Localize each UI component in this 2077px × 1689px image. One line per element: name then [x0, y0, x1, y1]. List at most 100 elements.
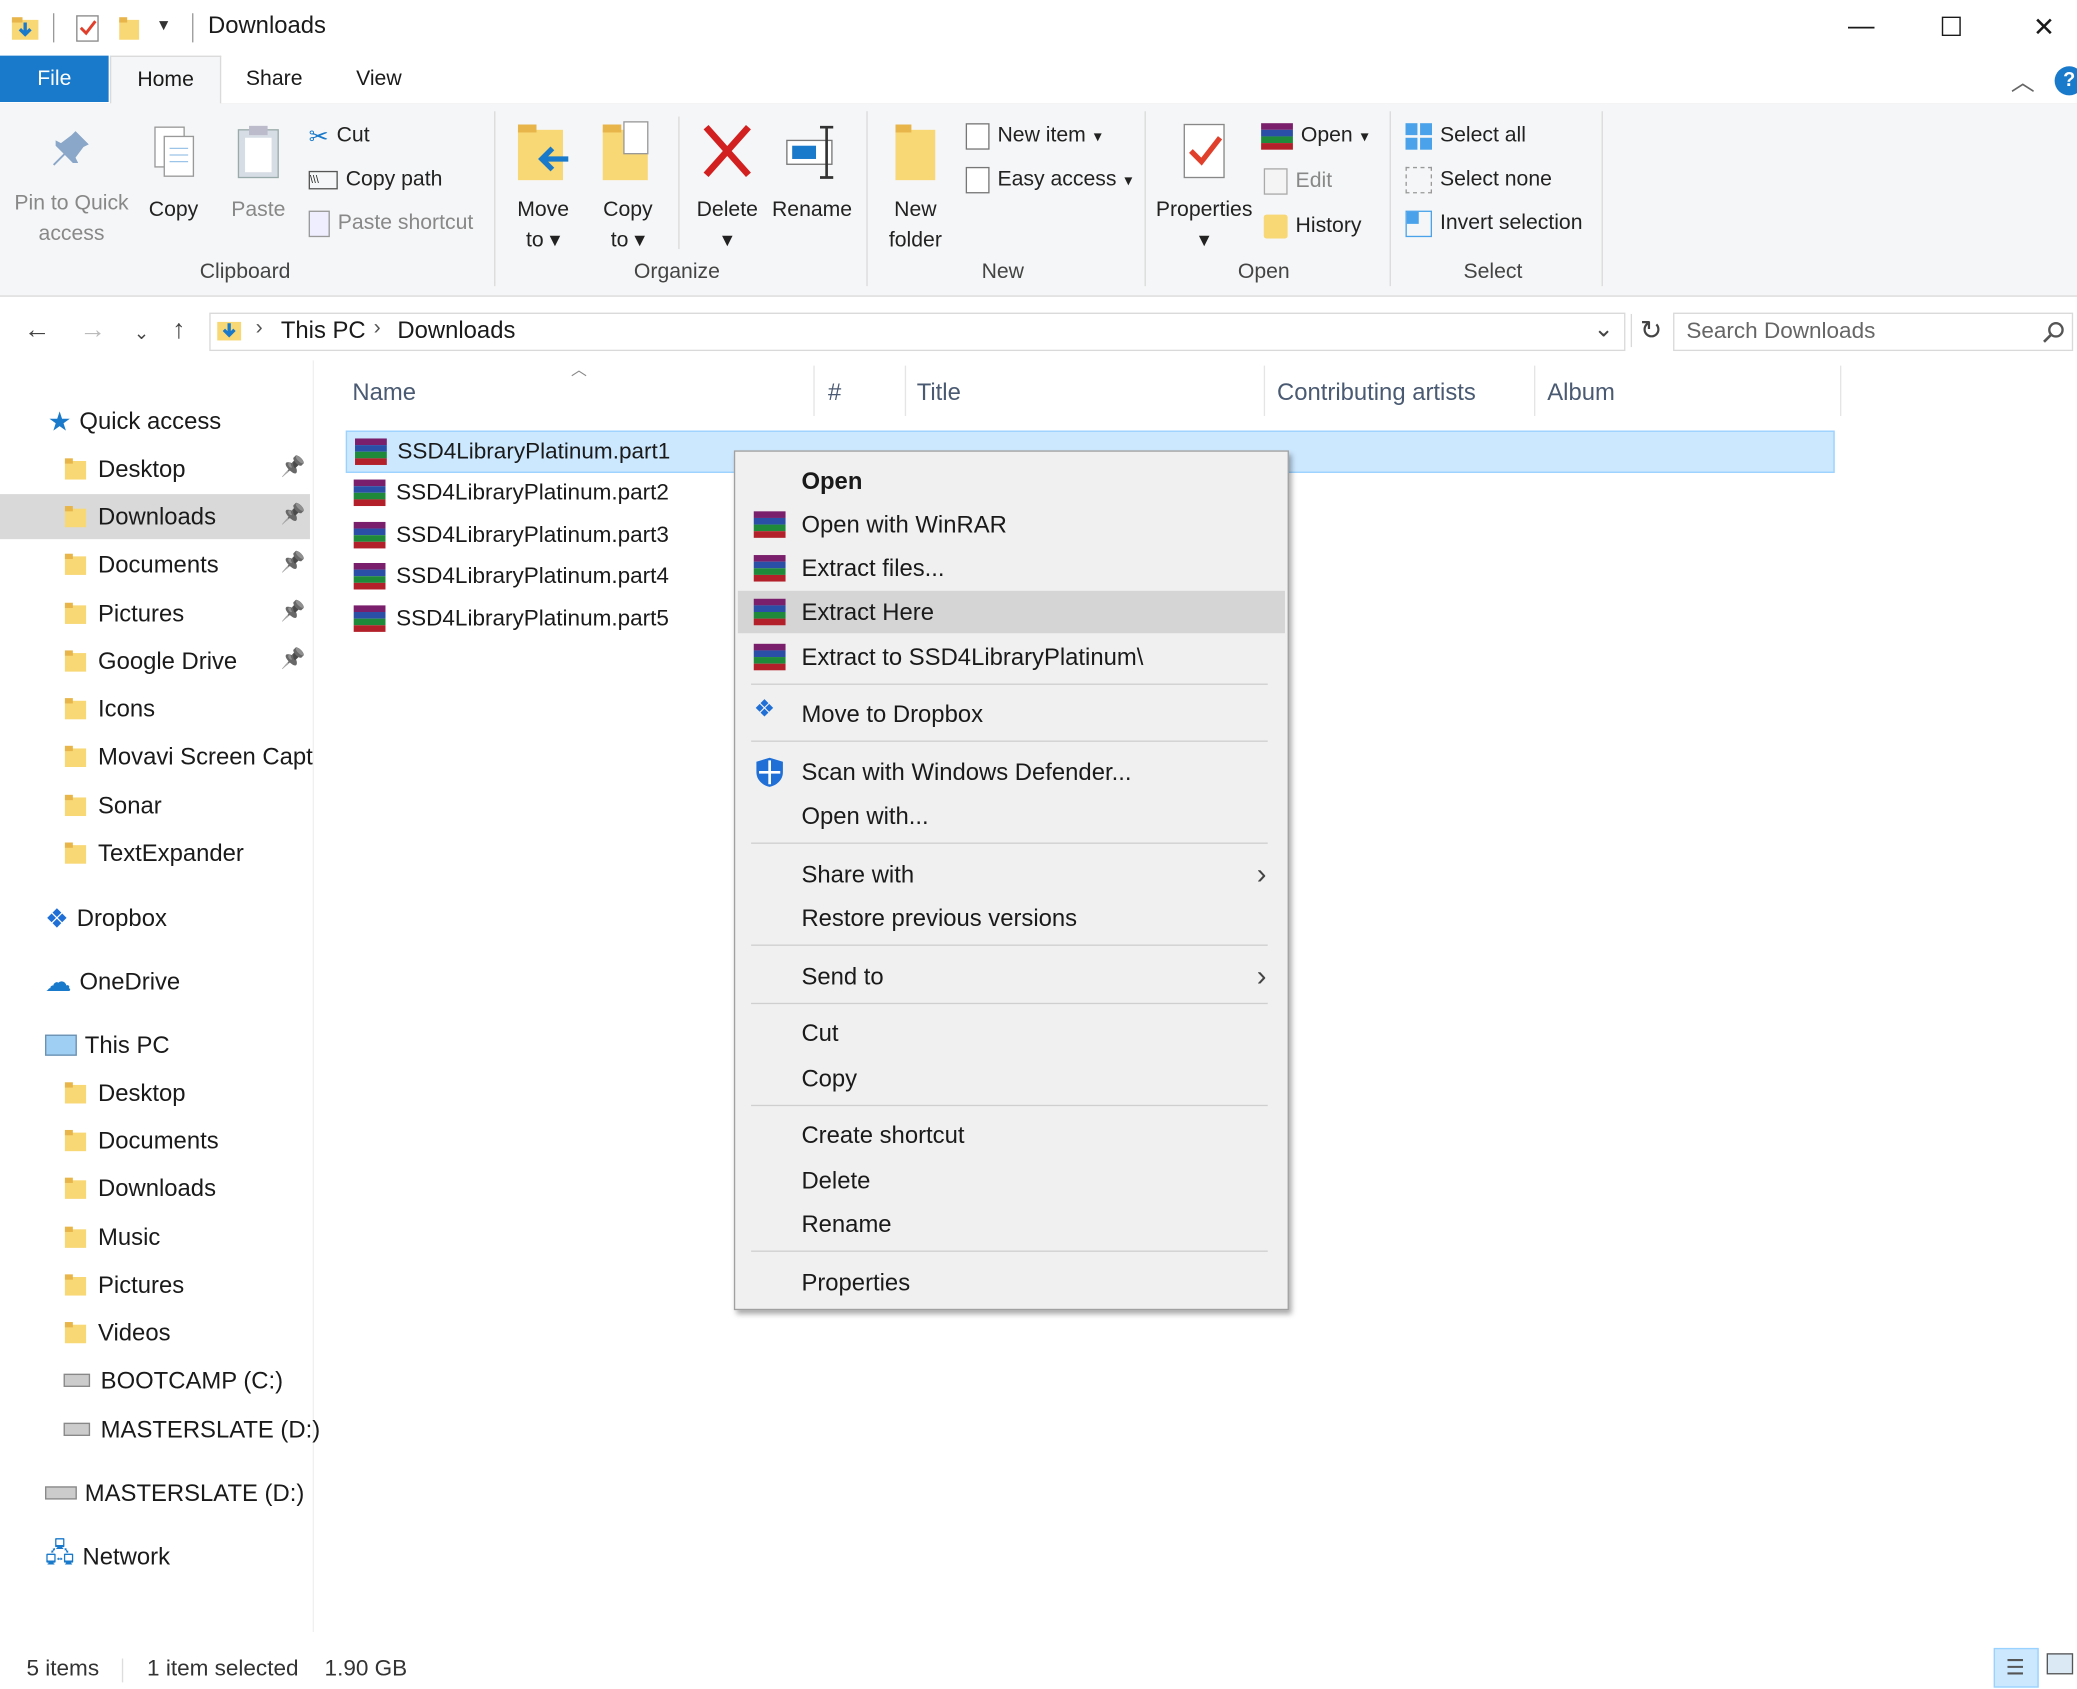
properties-button[interactable]: Properties ▾	[1152, 119, 1255, 255]
easy-access-label: Easy access	[997, 168, 1117, 191]
menu-item-copy[interactable]: Copy	[738, 1057, 1285, 1099]
cut-button[interactable]: ✂ Cut	[309, 119, 370, 153]
column-header-title[interactable]: Title	[917, 374, 961, 411]
menu-item-move-to-dropbox[interactable]: ❖ Move to Dropbox	[738, 693, 1285, 735]
nav-quick-documents[interactable]: Documents	[64, 542, 219, 587]
select-all-button[interactable]: Select all	[1405, 119, 1526, 153]
back-arrow-icon[interactable]: ←	[24, 315, 50, 345]
select-none-button[interactable]: Select none	[1405, 163, 1552, 197]
column-header-number[interactable]: #	[828, 374, 841, 411]
nav-quick-movavi-screen-capt[interactable]: Movavi Screen Capt	[64, 734, 313, 779]
edit-button[interactable]: Edit	[1263, 164, 1332, 198]
copy-to-button[interactable]: Copy to ▾	[593, 119, 662, 255]
nav-onedrive[interactable]: ☁ OneDrive	[45, 959, 180, 1004]
search-input[interactable]: Search Downloads	[1673, 312, 2074, 352]
address-history-chevron-icon[interactable]: ⌄	[1594, 315, 1614, 343]
nav-pc-bootcamp-c[interactable]: BOOTCAMP (C:)	[63, 1358, 283, 1403]
copy-button[interactable]: Copy	[138, 122, 210, 225]
menu-item-rename[interactable]: Rename	[738, 1203, 1285, 1245]
menu-item-open-with-winrar[interactable]: Open with WinRAR	[738, 503, 1285, 545]
history-button[interactable]: History	[1263, 209, 1362, 243]
pin-to-quick-access-button[interactable]: Pin to Quick access	[8, 126, 135, 249]
menu-item-delete[interactable]: Delete	[738, 1159, 1285, 1201]
properties-icon[interactable]	[74, 13, 100, 42]
collapse-ribbon-chevron-icon[interactable]: ︿	[2011, 64, 2035, 98]
refresh-icon[interactable]: ↻	[1630, 313, 1662, 348]
nav-dropbox[interactable]: ❖ Dropbox	[45, 895, 167, 940]
column-separator[interactable]	[904, 365, 907, 416]
close-button[interactable]: ✕	[1998, 0, 2077, 53]
file-row[interactable]: SSD4LibraryPlatinum.part2	[346, 473, 669, 513]
file-row[interactable]: SSD4LibraryPlatinum.part5	[346, 599, 669, 639]
minimize-button[interactable]: —	[1815, 0, 1908, 53]
menu-item-share-with[interactable]: Share with ›	[738, 853, 1285, 895]
menu-item-restore-previous-versions[interactable]: Restore previous versions	[738, 897, 1285, 939]
new-item-button[interactable]: New item ▾	[965, 119, 1102, 153]
column-header-name[interactable]: Name	[352, 374, 416, 411]
easy-access-button[interactable]: Easy access ▾	[965, 163, 1132, 197]
maximize-button[interactable]: ☐	[1905, 0, 1998, 53]
forward-arrow-icon[interactable]: →	[79, 315, 105, 345]
help-icon[interactable]: ?	[2054, 66, 2077, 96]
rename-button[interactable]: Rename	[771, 119, 853, 225]
menu-item-open[interactable]: Open	[738, 460, 1285, 502]
column-separator[interactable]	[813, 365, 815, 416]
tab-home[interactable]: Home	[109, 55, 222, 105]
menu-item-extract-here[interactable]: Extract Here	[737, 590, 1285, 634]
column-separator[interactable]	[1534, 365, 1536, 416]
nav-quick-icons[interactable]: Icons	[64, 686, 155, 731]
column-separator[interactable]	[1263, 365, 1266, 416]
nav-quick-google-drive[interactable]: Google Drive	[64, 639, 237, 684]
large-icons-view-button[interactable]	[2046, 1653, 2074, 1679]
open-button[interactable]: Open ▾	[1261, 119, 1369, 153]
nav-pc-desktop[interactable]: Desktop	[64, 1070, 186, 1115]
file-row[interactable]: SSD4LibraryPlatinum.part4	[346, 556, 669, 596]
nav-pc-downloads[interactable]: Downloads	[64, 1166, 216, 1211]
column-header-album[interactable]: Album	[1547, 374, 1615, 411]
menu-item-scan-defender[interactable]: Scan with Windows Defender...	[738, 751, 1285, 793]
menu-item-cut[interactable]: Cut	[738, 1012, 1285, 1054]
nav-pc-documents[interactable]: Documents	[64, 1118, 219, 1163]
menu-item-extract-files[interactable]: Extract files...	[738, 547, 1285, 589]
recent-locations-chevron-icon[interactable]: ⌄	[134, 322, 150, 345]
new-folder-icon[interactable]	[118, 13, 142, 42]
file-row[interactable]: SSD4LibraryPlatinum.part3	[346, 515, 669, 555]
nav-masterslate-drive[interactable]: MASTERSLATE (D:)	[45, 1470, 304, 1515]
menu-item-extract-to[interactable]: Extract to SSD4LibraryPlatinum\	[738, 636, 1285, 678]
customize-toolbar-chevron-icon[interactable]: ▾	[159, 13, 168, 36]
nav-quick-sonar[interactable]: Sonar	[64, 783, 162, 828]
nav-pc-masterslate-d[interactable]: MASTERSLATE (D:)	[63, 1407, 320, 1452]
paste-button[interactable]: Paste	[223, 122, 295, 225]
delete-button[interactable]: Delete ▾	[691, 119, 763, 255]
copy-path-button[interactable]: \\\ Copy path	[308, 163, 442, 197]
move-to-button[interactable]: Move to ▾	[509, 119, 578, 255]
nav-quick-pictures[interactable]: Pictures	[64, 591, 184, 636]
nav-network[interactable]: 🖧 Network	[45, 1534, 170, 1579]
tab-view[interactable]: View	[331, 56, 426, 102]
menu-item-send-to[interactable]: Send to ›	[738, 955, 1285, 997]
nav-quick-textexpander[interactable]: TextExpander	[64, 831, 244, 876]
column-separator[interactable]	[1840, 365, 1842, 416]
column-header-contributing-artists[interactable]: Contributing artists	[1277, 374, 1476, 411]
nav-pc-music[interactable]: Music	[64, 1215, 160, 1260]
nav-this-pc[interactable]: This PC	[45, 1023, 170, 1068]
nav-pc-videos[interactable]: Videos	[64, 1310, 171, 1355]
breadcrumb-this-pc[interactable]: This PC	[281, 317, 366, 345]
up-arrow-icon[interactable]: ↑	[172, 315, 185, 345]
invert-selection-button[interactable]: Invert selection	[1405, 207, 1583, 241]
details-view-button[interactable]: ☰	[1993, 1647, 2039, 1688]
nav-pc-pictures[interactable]: Pictures	[64, 1262, 184, 1307]
menu-item-create-shortcut[interactable]: Create shortcut	[738, 1114, 1285, 1156]
menu-item-open-with[interactable]: Open with...	[738, 795, 1285, 837]
menu-item-properties[interactable]: Properties	[738, 1261, 1285, 1303]
nav-quick-access[interactable]: ★ Quick access	[48, 399, 222, 444]
breadcrumb-downloads[interactable]: Downloads	[397, 317, 515, 345]
new-folder-button[interactable]: New folder	[880, 119, 952, 255]
paste-shortcut-button[interactable]: Paste shortcut	[308, 207, 473, 241]
tab-share[interactable]: Share	[225, 56, 323, 102]
invert-selection-label: Invert selection	[1439, 211, 1583, 235]
nav-quick-desktop[interactable]: Desktop	[64, 446, 186, 491]
nav-label: Documents	[98, 1126, 219, 1154]
nav-quick-downloads[interactable]: Downloads	[0, 494, 310, 540]
tab-file[interactable]: File	[0, 55, 109, 103]
